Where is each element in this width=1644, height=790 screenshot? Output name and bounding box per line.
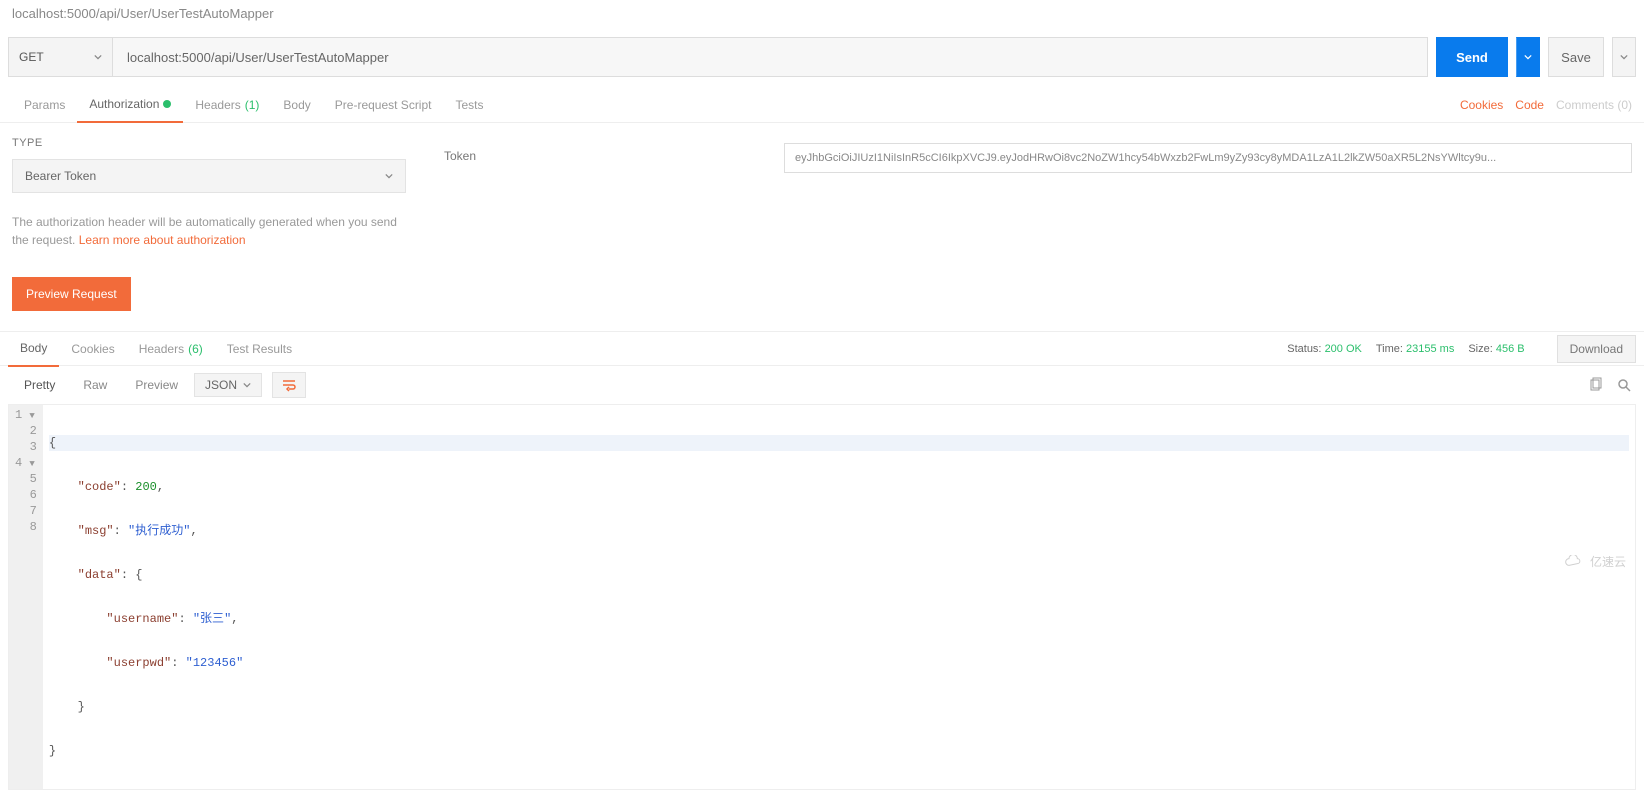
tab-resp-body[interactable]: Body — [8, 331, 59, 367]
caret-down-icon — [1620, 53, 1628, 61]
caret-down-icon — [1524, 53, 1532, 61]
tab-tests[interactable]: Tests — [443, 87, 495, 123]
active-dot-icon — [163, 100, 171, 108]
auth-type-select[interactable]: Bearer Token — [12, 159, 406, 193]
tab-body[interactable]: Body — [271, 87, 322, 123]
tab-prerequest[interactable]: Pre-request Script — [323, 87, 444, 123]
cloud-icon — [1564, 555, 1584, 569]
caret-down-icon — [94, 53, 102, 61]
link-cookies[interactable]: Cookies — [1460, 98, 1503, 112]
send-button[interactable]: Send — [1436, 37, 1508, 77]
size-label: Size: 456 B — [1468, 343, 1524, 355]
link-code[interactable]: Code — [1515, 98, 1544, 112]
preview-request-button[interactable]: Preview Request — [12, 277, 131, 311]
http-method-value: GET — [19, 50, 44, 64]
caret-down-icon — [243, 381, 251, 389]
status-label: Status: 200 OK — [1287, 343, 1362, 355]
response-body: 1 ▼ 2 3 4 ▼ 5 6 7 8 { "code": 200, "msg"… — [8, 404, 1636, 790]
request-tabs: Params Authorization Headers (1) Body Pr… — [0, 87, 1644, 123]
authorization-panel: TYPE Bearer Token The authorization head… — [0, 123, 1644, 332]
tab-resp-testresults[interactable]: Test Results — [215, 331, 304, 367]
watermark: 亿速云 — [1564, 553, 1626, 570]
time-label: Time: 23155 ms — [1376, 343, 1454, 355]
caret-down-icon — [385, 172, 393, 180]
request-url-display: localhost:5000/api/User/UserTestAutoMapp… — [0, 0, 1644, 27]
format-select[interactable]: JSON — [194, 373, 262, 397]
response-tabs: Body Cookies Headers (6) Test Results St… — [0, 332, 1644, 366]
line-gutter: 1 ▼ 2 3 4 ▼ 5 6 7 8 — [9, 405, 43, 789]
wrap-lines-button[interactable] — [272, 372, 306, 398]
tab-authorization[interactable]: Authorization — [77, 87, 183, 123]
search-icon[interactable] — [1616, 377, 1632, 393]
tab-headers[interactable]: Headers (1) — [183, 87, 271, 123]
view-raw-button[interactable]: Raw — [71, 372, 119, 398]
response-toolbar: Pretty Raw Preview JSON — [0, 366, 1644, 404]
auth-type-label: TYPE — [12, 137, 400, 149]
learn-more-link[interactable]: Learn more about authorization — [79, 233, 246, 247]
auth-description: The authorization header will be automat… — [12, 213, 400, 249]
save-button[interactable]: Save — [1548, 37, 1604, 77]
tab-resp-headers[interactable]: Headers (6) — [127, 331, 215, 367]
request-bar: GET Send Save — [0, 27, 1644, 87]
copy-icon[interactable] — [1588, 377, 1604, 393]
view-preview-button[interactable]: Preview — [123, 372, 190, 398]
save-dropdown-button[interactable] — [1612, 37, 1636, 77]
tab-resp-cookies[interactable]: Cookies — [59, 331, 126, 367]
token-input[interactable] — [784, 143, 1632, 173]
download-button[interactable]: Download — [1557, 335, 1636, 363]
token-label: Token — [444, 143, 784, 311]
url-input[interactable] — [112, 37, 1428, 77]
code-content[interactable]: { "code": 200, "msg": "执行成功", "data": { … — [43, 405, 1635, 789]
send-dropdown-button[interactable] — [1516, 37, 1540, 77]
wrap-icon — [281, 377, 297, 393]
http-method-select[interactable]: GET — [8, 37, 112, 77]
tab-params[interactable]: Params — [12, 87, 77, 123]
link-comments[interactable]: Comments (0) — [1556, 98, 1632, 112]
view-pretty-button[interactable]: Pretty — [12, 372, 67, 398]
